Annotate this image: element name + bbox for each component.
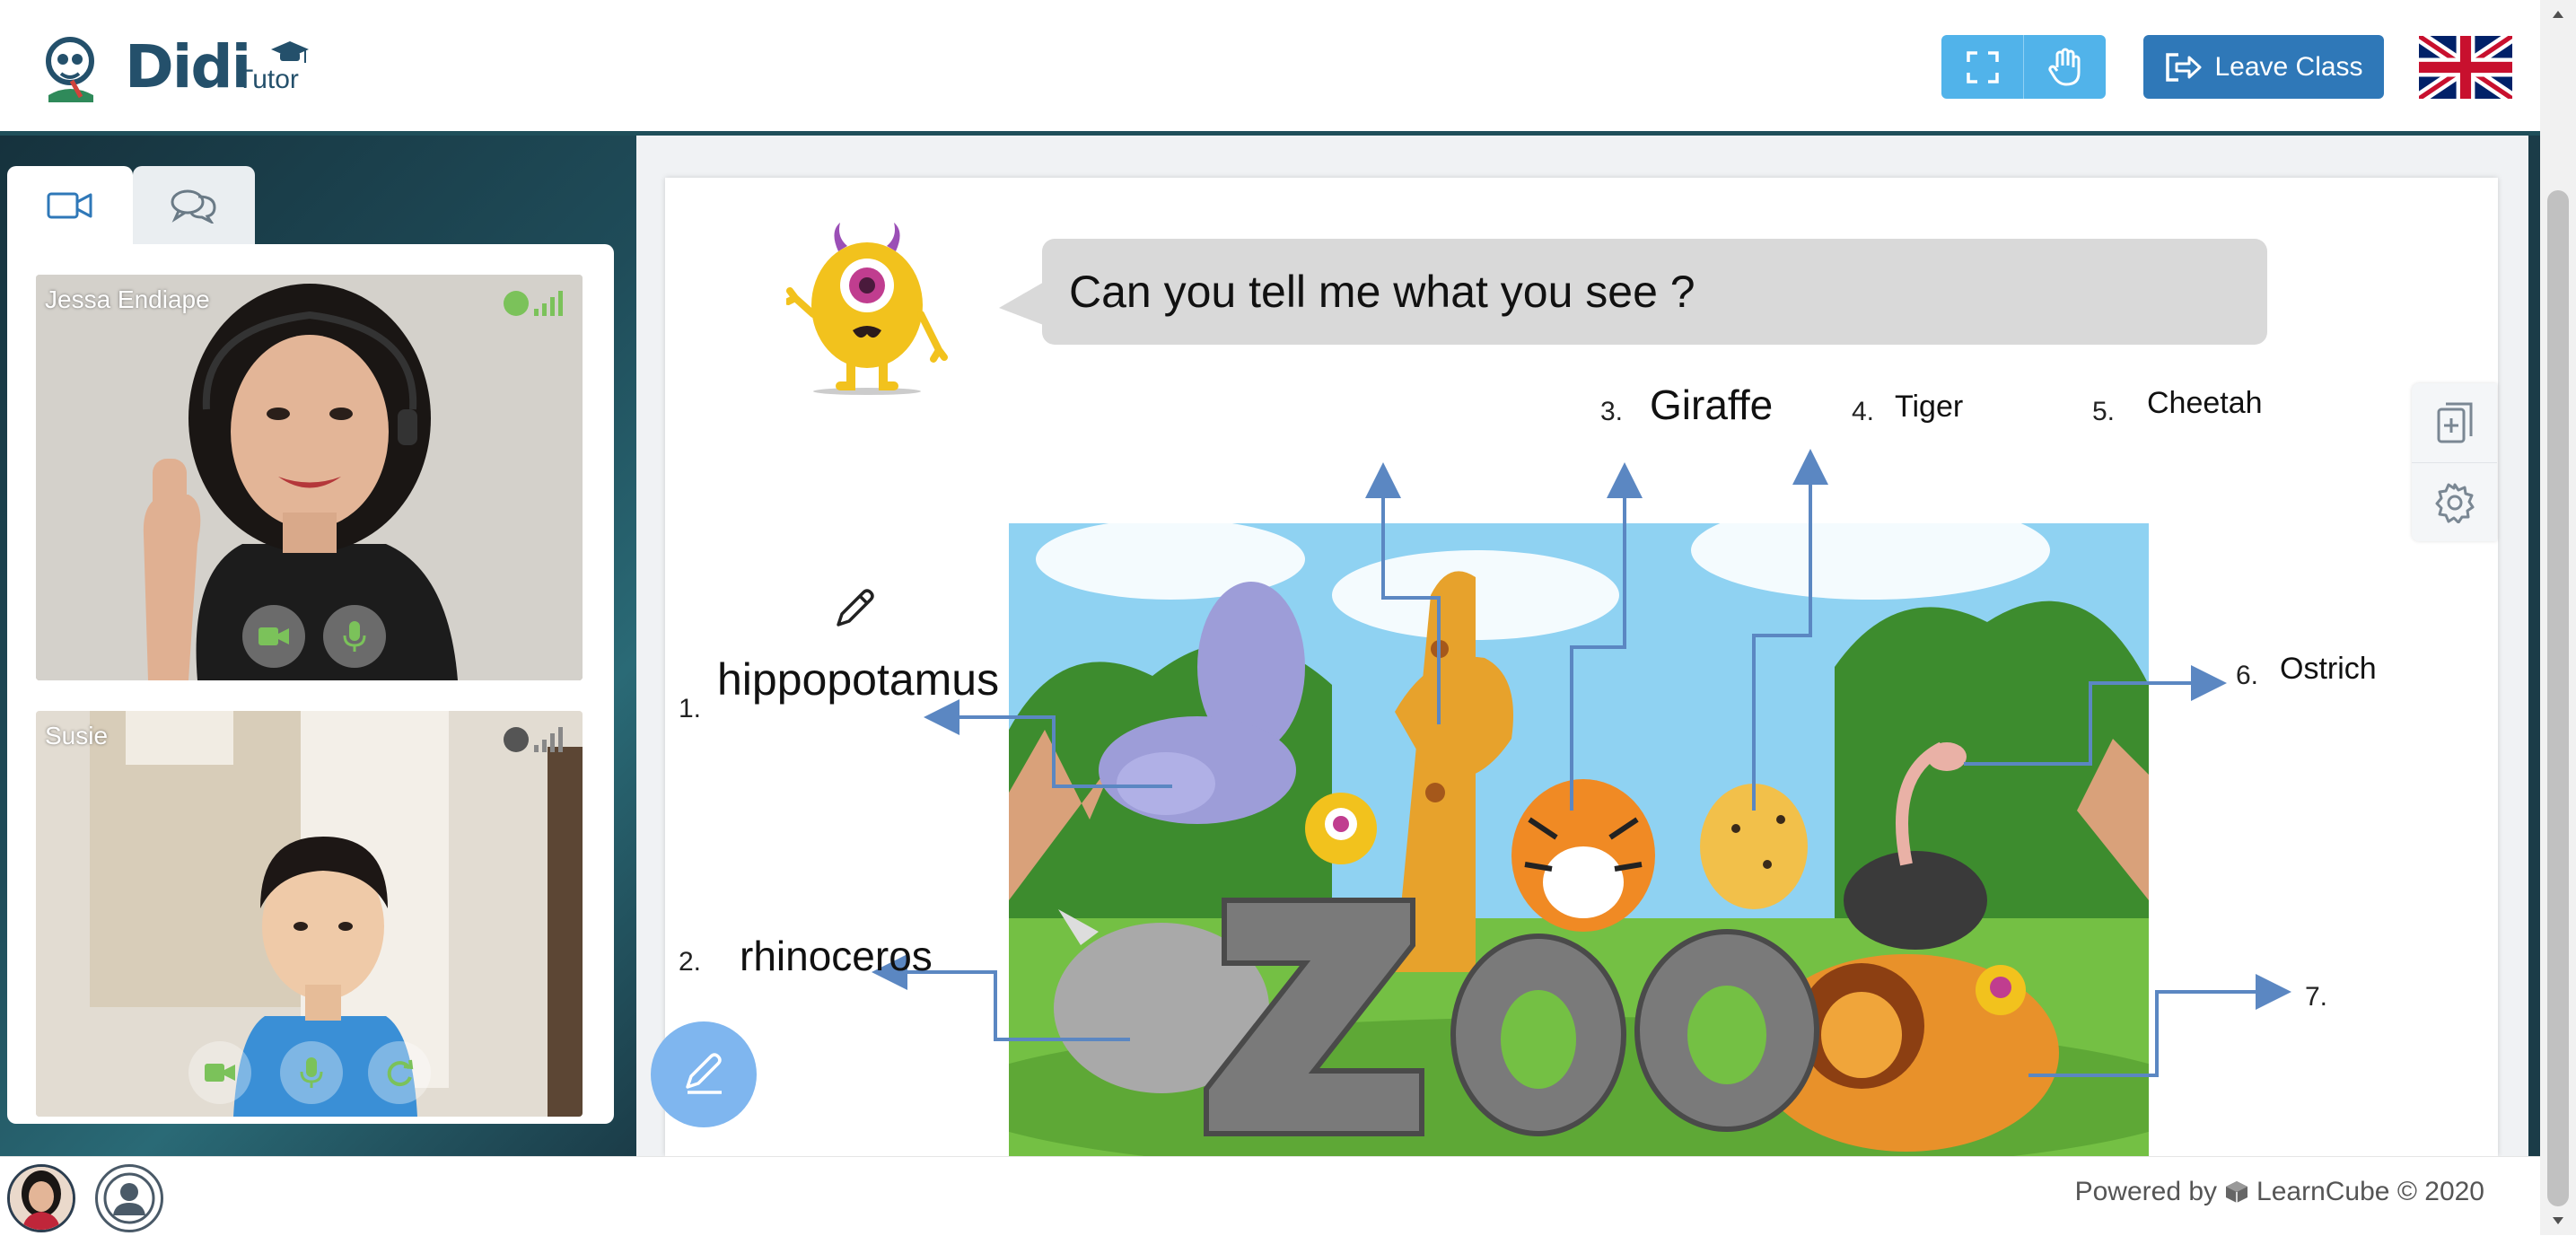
mic-toggle-button[interactable] xyxy=(323,605,386,668)
powered-by-text: Powered by xyxy=(2074,1177,2218,1206)
teacher-video-tile[interactable]: Jessa Endiape xyxy=(36,275,583,680)
mic-toggle-button[interactable] xyxy=(280,1041,343,1104)
signal-strength-icon xyxy=(534,727,563,752)
refresh-icon xyxy=(387,1059,414,1087)
online-status-dot xyxy=(504,291,529,316)
toolbar-group xyxy=(1941,35,2106,99)
footer-bar: Powered by LearnCube © 2020 xyxy=(0,1156,2540,1236)
label-tiger: Tiger xyxy=(1895,390,1964,424)
teacher-avatar[interactable] xyxy=(7,1164,75,1232)
label-cheetah: Cheetah xyxy=(2147,386,2263,420)
scroll-up-arrow-icon[interactable] xyxy=(2551,9,2565,20)
participant-name: Susie xyxy=(45,722,109,749)
student-video-tile[interactable]: Susie xyxy=(36,711,583,1117)
label-number-4: 4. xyxy=(1852,397,1875,426)
label-number-2: 2. xyxy=(679,947,702,977)
side-toolbar xyxy=(2412,383,2497,541)
camera-toggle-button[interactable] xyxy=(242,605,305,668)
logo-wordmark: Didi xyxy=(125,32,251,101)
camera-icon xyxy=(205,1064,235,1082)
microphone-icon xyxy=(300,1057,323,1088)
signal-strength-icon xyxy=(534,291,563,316)
participant-name: Jessa Endiape xyxy=(45,285,210,313)
tab-video[interactable] xyxy=(7,166,133,245)
scrollbar-thumb[interactable] xyxy=(2547,190,2569,1206)
add-page-button[interactable] xyxy=(2412,383,2497,462)
label-number-5: 5. xyxy=(2092,397,2116,426)
fullscreen-button[interactable] xyxy=(1941,35,2023,99)
label-ostrich: Ostrich xyxy=(2280,652,2377,686)
settings-button[interactable] xyxy=(2412,462,2497,542)
pencil-icon[interactable] xyxy=(831,585,878,632)
video-panel: Jessa Endiape Susie xyxy=(7,244,614,1124)
logo-subtitle: Tutor xyxy=(237,65,299,94)
teacher-avatar-image xyxy=(10,1167,73,1230)
vertical-scrollbar[interactable] xyxy=(2540,0,2576,1235)
logo-mascot-icon xyxy=(46,37,94,102)
microphone-icon xyxy=(343,621,366,652)
student-avatar[interactable] xyxy=(95,1164,163,1232)
leave-class-label: Leave Class xyxy=(2214,51,2363,82)
label-number-3: 3. xyxy=(1600,397,1624,426)
powered-by-credit: Powered by LearnCube © 2020 xyxy=(2075,1177,2484,1207)
leave-class-button[interactable]: Leave Class xyxy=(2143,35,2384,99)
top-header: Didi Tutor Leave Class xyxy=(0,0,2540,136)
refresh-video-button[interactable] xyxy=(368,1041,431,1104)
exit-icon xyxy=(2166,52,2202,82)
label-hippopotamus: hippopotamus xyxy=(717,654,1000,705)
gear-icon xyxy=(2435,483,2474,523)
learncube-logo-icon xyxy=(2226,1181,2248,1203)
raise-hand-button[interactable] xyxy=(2024,35,2106,99)
camera-toggle-button[interactable] xyxy=(188,1041,251,1104)
fullscreen-icon xyxy=(1966,50,1999,83)
label-giraffe: Giraffe xyxy=(1650,381,1774,428)
label-number-1: 1. xyxy=(679,694,702,723)
label-number-6: 6. xyxy=(2236,661,2259,690)
label-number-7: 7. xyxy=(2305,982,2328,1012)
scroll-down-arrow-icon[interactable] xyxy=(2551,1215,2565,1226)
uk-flag-icon[interactable] xyxy=(2419,36,2512,99)
main-right-edge xyxy=(2528,136,2540,1156)
user-avatar-icon xyxy=(103,1172,155,1224)
video-camera-icon xyxy=(47,192,92,219)
chat-bubbles-icon xyxy=(171,189,216,224)
learncube-brand-text[interactable]: LearnCube © 2020 xyxy=(2256,1177,2484,1207)
add-page-icon xyxy=(2437,402,2472,443)
draw-tool-button[interactable] xyxy=(651,1021,757,1127)
pen-icon xyxy=(686,1053,722,1094)
offline-status-dot xyxy=(504,727,529,752)
lesson-slide[interactable]: Can you tell me what you see ? 3. Giraff… xyxy=(665,178,2498,1156)
label-rhinoceros: rhinoceros xyxy=(740,933,933,979)
didi-tutor-logo: Didi Tutor xyxy=(39,32,327,106)
teacher-video-feed xyxy=(36,275,583,680)
raise-hand-icon xyxy=(2047,48,2080,85)
graduation-cap-icon xyxy=(271,41,309,63)
camera-icon xyxy=(258,627,289,645)
tab-chat[interactable] xyxy=(133,166,255,245)
